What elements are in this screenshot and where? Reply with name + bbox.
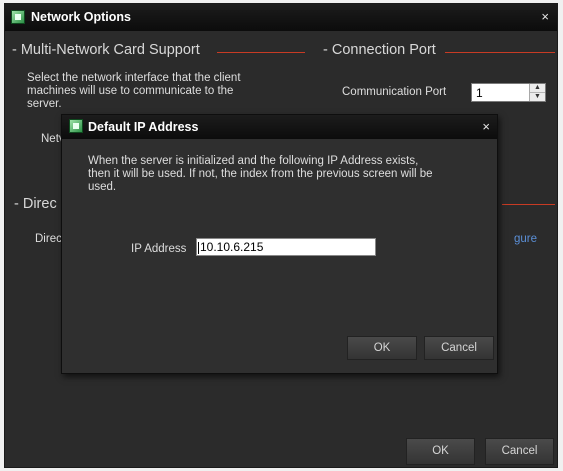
directory-label: Direc: [35, 233, 62, 245]
dialog-app-icon: [69, 119, 83, 133]
ip-address-label: IP Address: [131, 243, 187, 255]
multi-nic-rule: [217, 52, 305, 53]
text-caret: [198, 241, 199, 254]
dialog-titlebar[interactable]: Default IP Address ×: [62, 115, 497, 139]
configure-link[interactable]: gure: [514, 233, 537, 245]
cancel-button[interactable]: Cancel: [485, 438, 554, 465]
ip-address-input[interactable]: 10.10.6.215: [196, 238, 376, 256]
multi-nic-desc-line-1: Select the network interface that the cl…: [27, 72, 241, 84]
dialog-desc-line-1: When the server is initialized and the f…: [88, 155, 419, 167]
dialog-desc-line-3: used.: [88, 181, 117, 193]
comm-port-value[interactable]: 1: [476, 86, 483, 100]
app-icon: [11, 10, 25, 24]
directory-rule: [502, 204, 555, 205]
ok-button[interactable]: OK: [406, 438, 475, 465]
connection-port-header: - Connection Port: [323, 42, 436, 58]
multi-nic-desc-line-3: server.: [27, 98, 62, 110]
dialog-ok-button[interactable]: OK: [347, 336, 417, 360]
ip-address-value[interactable]: 10.10.6.215: [200, 240, 263, 254]
directory-header: - Direc: [14, 196, 57, 212]
dialog-title: Default IP Address: [88, 120, 199, 134]
dialog-desc-line-2: then it will be used. If not, the index …: [88, 168, 433, 180]
close-icon[interactable]: ×: [541, 9, 549, 24]
stepper-up-icon[interactable]: ▲: [530, 84, 545, 93]
multi-nic-desc-line-2: machines will use to communicate to the: [27, 85, 234, 97]
dialog-close-icon[interactable]: ×: [482, 119, 490, 134]
dialog-cancel-button[interactable]: Cancel: [424, 336, 494, 360]
window-title: Network Options: [31, 10, 132, 24]
window-titlebar[interactable]: Network Options ×: [5, 4, 557, 31]
comm-port-label: Communication Port: [342, 86, 447, 98]
connection-port-rule: [445, 52, 555, 53]
comm-port-stepper[interactable]: 1 ▲ ▼: [471, 83, 546, 102]
multi-nic-header: - Multi-Network Card Support: [12, 42, 200, 58]
stepper-down-icon[interactable]: ▼: [530, 93, 545, 101]
stepper-buttons: ▲ ▼: [529, 84, 545, 101]
